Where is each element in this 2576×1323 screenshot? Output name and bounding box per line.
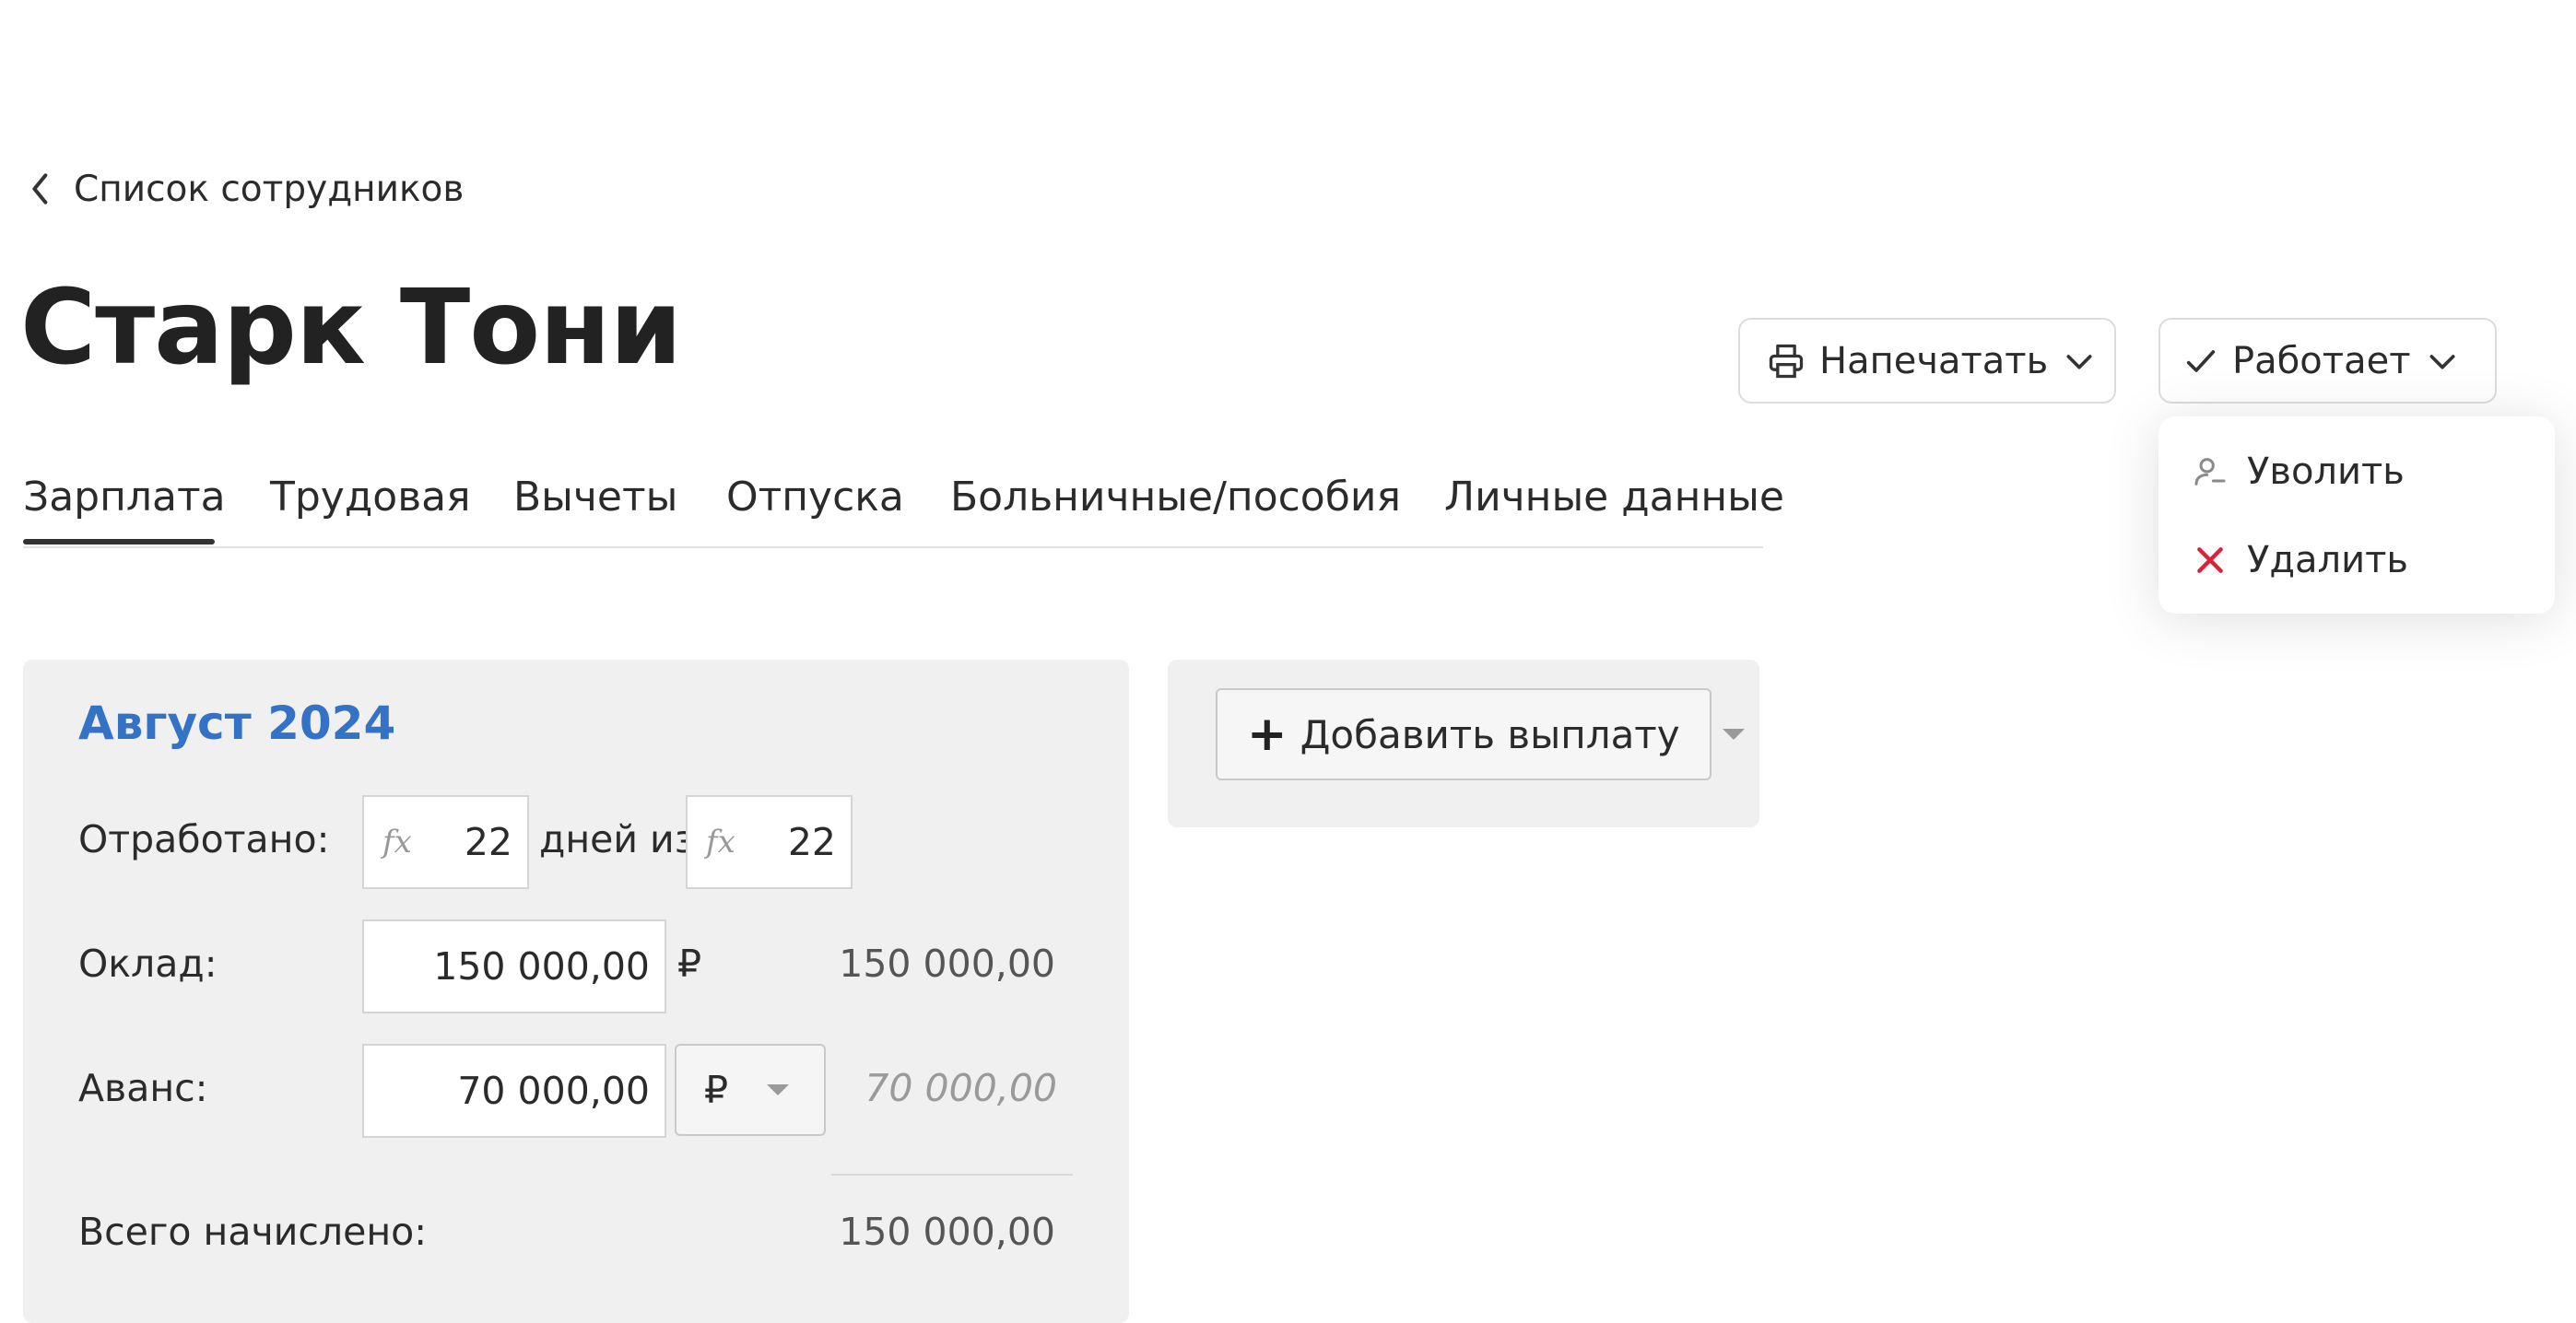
- tab-personal-data[interactable]: Личные данные: [1444, 465, 1784, 539]
- back-link-label: Список сотрудников: [74, 168, 465, 210]
- user-minus-icon: [2192, 453, 2229, 490]
- salary-input[interactable]: 150 000,00: [362, 919, 666, 1013]
- total-label: Всего начислено:: [78, 1210, 428, 1254]
- active-tab-indicator: [23, 539, 215, 544]
- tab-sick-leaves[interactable]: Больничные/пособия: [950, 465, 1401, 539]
- formula-icon: fx: [706, 824, 735, 861]
- total-divider: [831, 1174, 1073, 1176]
- advance-input[interactable]: 70 000,00: [362, 1044, 666, 1138]
- chevron-left-icon: [28, 170, 53, 207]
- days-total-field[interactable]: fx 22: [686, 795, 853, 889]
- page-title: Старк Тони: [20, 268, 682, 388]
- payroll-month: Август 2024: [78, 697, 396, 750]
- total-amount: 150 000,00: [839, 1210, 1055, 1254]
- tab-employment-record[interactable]: Трудовая: [270, 465, 471, 539]
- days-worked-field[interactable]: fx 22: [362, 795, 529, 889]
- menu-item-label: Удалить: [2247, 539, 2408, 581]
- salary-amount: 150 000,00: [839, 942, 1055, 986]
- back-link[interactable]: Список сотрудников: [28, 161, 464, 217]
- advance-amount: 70 000,00: [865, 1066, 1057, 1110]
- caret-down-icon: [765, 1083, 791, 1097]
- check-icon: [2182, 343, 2219, 380]
- advance-input-value: 70 000,00: [457, 1069, 650, 1113]
- status-button[interactable]: Работает: [2158, 318, 2497, 404]
- days-worked-value: 22: [464, 820, 512, 864]
- status-dropdown-menu: Уволить Удалить: [2158, 416, 2555, 614]
- tab-vacations[interactable]: Отпуска: [726, 465, 904, 539]
- payments-panel: + Добавить выплату: [1168, 660, 1759, 827]
- days-total-value: 22: [787, 820, 836, 864]
- tab-deductions[interactable]: Вычеты: [513, 465, 677, 539]
- add-payment-label: Добавить выплату: [1300, 711, 1680, 757]
- tab-salary[interactable]: Зарплата: [23, 465, 226, 539]
- menu-item-dismiss[interactable]: Уволить: [2192, 444, 2405, 499]
- print-button[interactable]: Напечатать: [1738, 318, 2116, 404]
- caret-down-icon: [1721, 727, 1747, 742]
- menu-item-label: Уволить: [2247, 451, 2405, 493]
- salary-label: Оклад:: [78, 942, 218, 986]
- chevron-down-icon: [2061, 343, 2098, 380]
- days-of-label: дней из: [539, 817, 695, 861]
- printer-icon: [1766, 341, 1806, 381]
- close-icon: [2192, 542, 2229, 579]
- salary-currency: ₽: [677, 942, 702, 986]
- print-button-label: Напечатать: [1819, 339, 2049, 382]
- advance-label: Аванс:: [78, 1066, 208, 1110]
- chevron-down-icon: [2424, 343, 2461, 380]
- advance-currency-select[interactable]: ₽: [675, 1044, 826, 1136]
- formula-icon: fx: [382, 824, 412, 861]
- salary-input-value: 150 000,00: [433, 944, 650, 989]
- plus-icon: +: [1247, 707, 1288, 762]
- add-payment-button[interactable]: + Добавить выплату: [1216, 688, 1745, 780]
- advance-currency-value: ₽: [704, 1068, 729, 1112]
- status-button-label: Работает: [2232, 339, 2411, 382]
- tab-bar: Зарплата Трудовая Вычеты Отпуска Больнич…: [23, 465, 1784, 548]
- menu-item-delete[interactable]: Удалить: [2192, 533, 2408, 588]
- worked-label: Отработано:: [78, 817, 330, 861]
- payroll-card: Август 2024 Отработано: fx 22 дней из fx…: [23, 660, 1129, 1323]
